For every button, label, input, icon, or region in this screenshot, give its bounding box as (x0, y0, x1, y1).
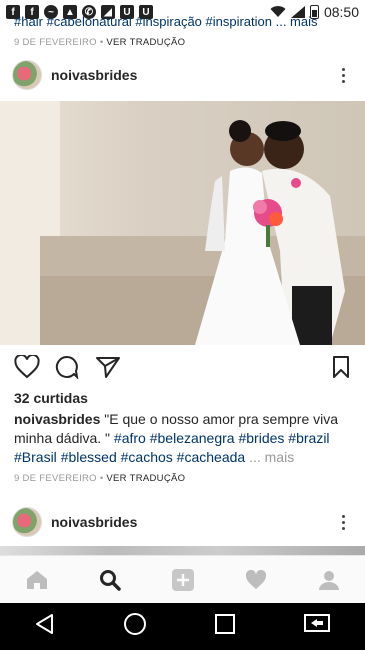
system-nav-bar (0, 603, 365, 650)
home-icon[interactable] (123, 612, 147, 641)
home-icon[interactable] (25, 568, 49, 592)
like-heart-icon[interactable] (14, 355, 40, 379)
post-header: noivasbrides (0, 47, 365, 103)
more-options-icon[interactable] (333, 65, 353, 85)
tab-bar (0, 555, 365, 603)
post-photo[interactable] (0, 101, 365, 345)
likes-count[interactable]: 32 curtidas (14, 390, 88, 406)
back-icon[interactable] (34, 613, 56, 640)
hashtag[interactable]: #cachos (121, 449, 173, 465)
post-date: 9 DE FEVEREIRO (14, 473, 97, 484)
previous-post-caption: #hair #cabelonatural #inspiração #inspir… (14, 14, 318, 29)
post-meta: 9 DE FEVEREIRO • VER TRADUÇÃO (14, 473, 185, 484)
translate-link[interactable]: VER TRADUÇÃO (106, 473, 185, 484)
wedding-photo (0, 101, 365, 345)
heart-icon[interactable] (244, 568, 268, 592)
post-actions (14, 353, 354, 381)
more-options-icon[interactable] (333, 512, 353, 532)
avatar[interactable] (12, 60, 42, 90)
username[interactable]: noivasbrides (51, 67, 137, 83)
screen-mirror-icon[interactable] (303, 613, 331, 640)
caption-username[interactable]: noivasbrides (14, 411, 100, 427)
next-post-photo[interactable] (0, 546, 365, 555)
bookmark-icon[interactable] (332, 355, 350, 379)
hashtag[interactable]: #blessed (61, 449, 117, 465)
hashtag[interactable]: #cacheada (177, 449, 246, 465)
profile-icon[interactable] (317, 568, 341, 592)
hashtag[interactable]: #belezanegra (150, 430, 235, 446)
hashtag[interactable]: #brazil (288, 430, 329, 446)
add-icon[interactable] (171, 568, 195, 592)
comment-icon[interactable] (55, 355, 79, 379)
hashtag[interactable]: #Brasil (14, 449, 57, 465)
search-icon[interactable] (98, 568, 122, 592)
more-link[interactable]: ... mais (249, 449, 294, 465)
separator: • (99, 473, 104, 484)
next-post-header: noivasbrides (0, 494, 365, 550)
hashtag[interactable]: #brides (238, 430, 284, 446)
post-caption: noivasbrides "E que o nosso amor pra sem… (14, 410, 354, 467)
avatar[interactable] (12, 507, 42, 537)
share-icon[interactable] (95, 355, 121, 379)
hashtag[interactable]: #afro (114, 430, 146, 446)
username[interactable]: noivasbrides (51, 514, 137, 530)
recents-icon[interactable] (214, 613, 236, 640)
